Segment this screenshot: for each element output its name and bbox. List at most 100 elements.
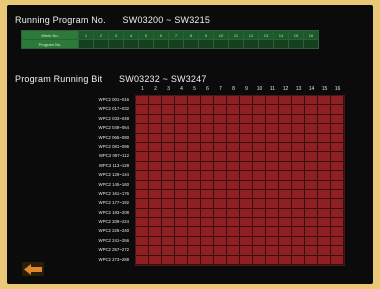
bit-cell[interactable] bbox=[214, 96, 227, 106]
bit-cell[interactable] bbox=[175, 236, 188, 247]
bit-cell[interactable] bbox=[227, 142, 240, 153]
program-cell-6[interactable] bbox=[153, 39, 169, 49]
bit-cell[interactable] bbox=[305, 218, 318, 228]
bit-cell[interactable] bbox=[227, 246, 240, 256]
bit-cell[interactable] bbox=[240, 96, 253, 106]
bit-cell[interactable] bbox=[162, 236, 175, 247]
bit-cell[interactable] bbox=[266, 105, 279, 115]
bit-cell[interactable] bbox=[240, 255, 253, 266]
bit-cell[interactable] bbox=[188, 227, 201, 237]
bit-cell[interactable] bbox=[214, 133, 227, 143]
program-cell-12[interactable] bbox=[243, 39, 259, 49]
bit-cell[interactable] bbox=[149, 114, 162, 125]
bit-cell[interactable] bbox=[227, 189, 240, 200]
bit-cell[interactable] bbox=[253, 124, 266, 134]
bit-cell[interactable] bbox=[227, 180, 240, 190]
bit-cell[interactable] bbox=[227, 133, 240, 143]
bit-cell[interactable] bbox=[201, 180, 214, 190]
bit-cell[interactable] bbox=[253, 161, 266, 172]
bit-cell[interactable] bbox=[253, 152, 266, 162]
bit-cell[interactable] bbox=[149, 246, 162, 256]
bit-cell[interactable] bbox=[331, 208, 344, 219]
bit-cell[interactable] bbox=[227, 161, 240, 172]
bit-cell[interactable] bbox=[136, 208, 149, 219]
bit-cell[interactable] bbox=[136, 199, 149, 209]
week-cell-11[interactable]: 11 bbox=[228, 30, 244, 40]
bit-cell[interactable] bbox=[253, 96, 266, 106]
bit-cell[interactable] bbox=[305, 142, 318, 153]
bit-cell[interactable] bbox=[331, 227, 344, 237]
bit-cell[interactable] bbox=[214, 161, 227, 172]
bit-cell[interactable] bbox=[240, 246, 253, 256]
bit-cell[interactable] bbox=[149, 142, 162, 153]
bit-cell[interactable] bbox=[188, 218, 201, 228]
bit-cell[interactable] bbox=[305, 255, 318, 266]
bit-cell[interactable] bbox=[305, 152, 318, 162]
bit-cell[interactable] bbox=[188, 161, 201, 172]
bit-cell[interactable] bbox=[318, 189, 331, 200]
bit-cell[interactable] bbox=[214, 152, 227, 162]
program-cell-16[interactable] bbox=[303, 39, 319, 49]
bit-cell[interactable] bbox=[227, 236, 240, 247]
week-cell-6[interactable]: 6 bbox=[153, 30, 169, 40]
program-cell-11[interactable] bbox=[228, 39, 244, 49]
bit-cell[interactable] bbox=[240, 152, 253, 162]
bit-cell[interactable] bbox=[331, 105, 344, 115]
bit-cell[interactable] bbox=[214, 124, 227, 134]
bit-cell[interactable] bbox=[201, 189, 214, 200]
bit-cell[interactable] bbox=[162, 208, 175, 219]
bit-cell[interactable] bbox=[305, 133, 318, 143]
bit-cell[interactable] bbox=[149, 152, 162, 162]
bit-cell[interactable] bbox=[305, 114, 318, 125]
bit-cell[interactable] bbox=[305, 161, 318, 172]
bit-cell[interactable] bbox=[149, 171, 162, 181]
bit-cell[interactable] bbox=[279, 161, 292, 172]
bit-cell[interactable] bbox=[136, 152, 149, 162]
bit-cell[interactable] bbox=[188, 246, 201, 256]
program-cell-7[interactable] bbox=[168, 39, 184, 49]
bit-cell[interactable] bbox=[318, 96, 331, 106]
week-cell-7[interactable]: 7 bbox=[168, 30, 184, 40]
bit-cell[interactable] bbox=[331, 199, 344, 209]
week-cell-9[interactable]: 9 bbox=[198, 30, 214, 40]
bit-cell[interactable] bbox=[305, 199, 318, 209]
bit-cell[interactable] bbox=[279, 133, 292, 143]
bit-cell[interactable] bbox=[279, 171, 292, 181]
bit-cell[interactable] bbox=[266, 171, 279, 181]
bit-cell[interactable] bbox=[292, 133, 305, 143]
bit-cell[interactable] bbox=[266, 114, 279, 125]
week-cell-15[interactable]: 15 bbox=[288, 30, 304, 40]
bit-cell[interactable] bbox=[240, 114, 253, 125]
bit-cell[interactable] bbox=[175, 133, 188, 143]
bit-cell[interactable] bbox=[279, 236, 292, 247]
program-cell-10[interactable] bbox=[213, 39, 229, 49]
bit-cell[interactable] bbox=[331, 152, 344, 162]
bit-cell[interactable] bbox=[292, 227, 305, 237]
week-cell-14[interactable]: 14 bbox=[273, 30, 289, 40]
bit-cell[interactable] bbox=[188, 133, 201, 143]
bit-cell[interactable] bbox=[253, 218, 266, 228]
bit-cell[interactable] bbox=[201, 96, 214, 106]
bit-cell[interactable] bbox=[240, 124, 253, 134]
bit-cell[interactable] bbox=[253, 180, 266, 190]
bit-cell[interactable] bbox=[175, 142, 188, 153]
bit-cell[interactable] bbox=[175, 152, 188, 162]
bit-cell[interactable] bbox=[292, 236, 305, 247]
bit-cell[interactable] bbox=[227, 255, 240, 266]
bit-cell[interactable] bbox=[292, 142, 305, 153]
bit-cell[interactable] bbox=[162, 227, 175, 237]
program-cell-13[interactable] bbox=[258, 39, 274, 49]
bit-cell[interactable] bbox=[227, 152, 240, 162]
bit-cell[interactable] bbox=[240, 133, 253, 143]
bit-cell[interactable] bbox=[175, 255, 188, 266]
bit-cell[interactable] bbox=[227, 114, 240, 125]
bit-cell[interactable] bbox=[162, 114, 175, 125]
bit-cell[interactable] bbox=[331, 124, 344, 134]
bit-cell[interactable] bbox=[279, 246, 292, 256]
bit-cell[interactable] bbox=[188, 189, 201, 200]
bit-cell[interactable] bbox=[292, 208, 305, 219]
bit-cell[interactable] bbox=[162, 96, 175, 106]
bit-cell[interactable] bbox=[175, 246, 188, 256]
bit-cell[interactable] bbox=[318, 114, 331, 125]
bit-cell[interactable] bbox=[240, 161, 253, 172]
